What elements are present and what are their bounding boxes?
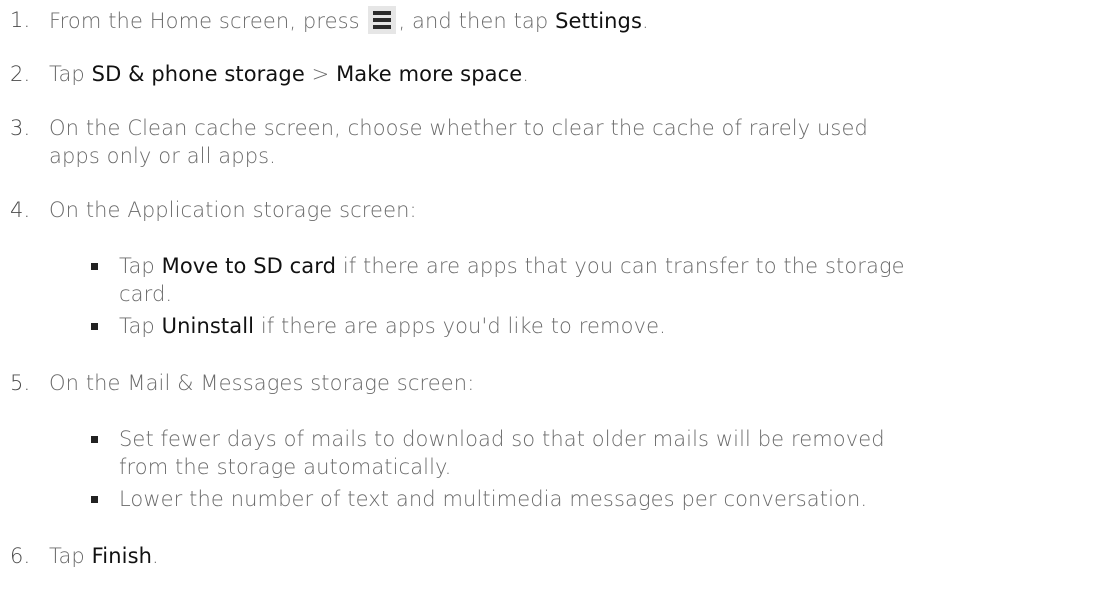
step-text: On the Mail & Messages storage screen:	[49, 371, 475, 395]
step-number: 1.	[10, 8, 31, 32]
make-more-space-term: Make more space	[336, 62, 523, 86]
step-text: On the Application storage screen:	[49, 198, 417, 222]
bullet-icon	[91, 263, 98, 270]
settings-term: Settings	[555, 9, 643, 33]
step-number: 4.	[10, 198, 31, 222]
bullet-text: Tap Uninstall if there are apps you'd li…	[119, 314, 666, 338]
bullet-icon	[91, 436, 98, 443]
step-text: Tap Finish.	[49, 544, 159, 568]
step-number: 6.	[10, 544, 31, 568]
bullet-text: Set fewer days of mails to download so t…	[119, 427, 885, 479]
bullet-icon	[91, 323, 98, 330]
step-number: 3.	[10, 116, 31, 140]
menu-icon	[368, 6, 397, 34]
bullet-icon	[91, 496, 98, 503]
sd-storage-term: SD & phone storage	[91, 62, 305, 86]
move-to-sd-term: Move to SD card	[161, 254, 337, 278]
bullet-text: Tap Move to SD card if there are apps th…	[119, 254, 905, 306]
step-number: 2.	[10, 62, 31, 86]
bullet-text: Lower the number of text and multimedia …	[119, 487, 868, 511]
step-number: 5.	[10, 371, 31, 395]
step-text: From the Home screen, press , and then t…	[49, 6, 1099, 35]
step-text: On the Clean cache screen, choose whethe…	[49, 116, 868, 168]
uninstall-term: Uninstall	[161, 314, 255, 338]
finish-term: Finish	[91, 544, 153, 568]
step-text: Tap SD & phone storage > Make more space…	[49, 62, 530, 86]
instructions-document: 1. From the Home screen, press , and the…	[0, 0, 1108, 608]
